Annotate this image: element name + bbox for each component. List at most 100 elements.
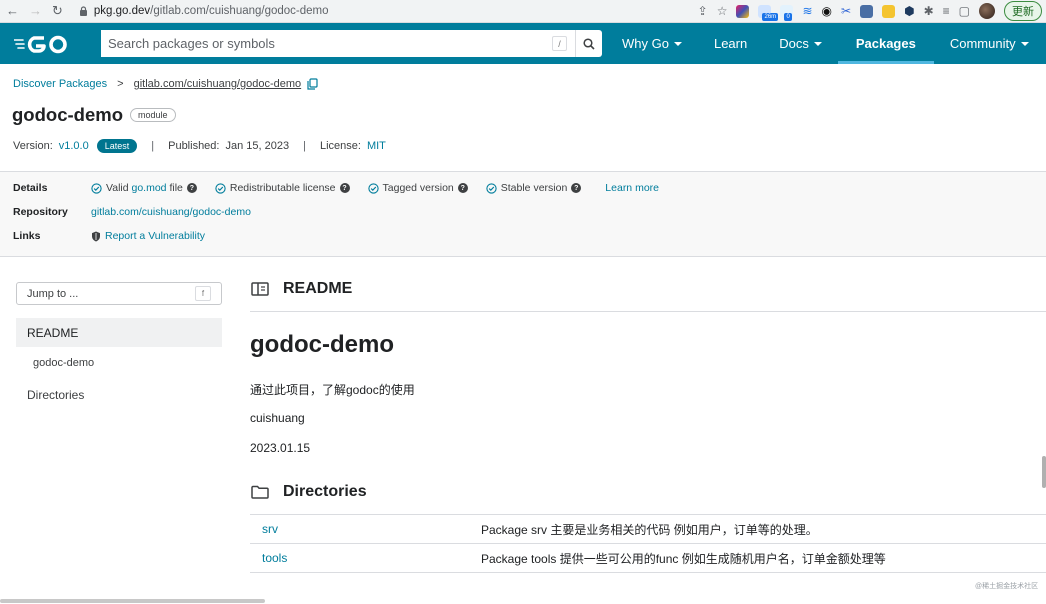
links-row: Links Report a Vulnerability bbox=[13, 230, 205, 242]
table-row: srv Package srv 主要是业务相关的代码 例如用户，订单等的处理。 bbox=[250, 515, 1046, 544]
directory-link-tools[interactable]: tools bbox=[250, 551, 481, 565]
sidebar-item-directories[interactable]: Directories bbox=[27, 388, 84, 402]
address-bar[interactable]: pkg.go.dev/gitlab.com/cuishuang/godoc-de… bbox=[79, 5, 329, 17]
extensions-puzzle-icon[interactable]: ✱ bbox=[924, 4, 934, 18]
profile-avatar[interactable] bbox=[979, 3, 995, 19]
breadcrumb-discover-link[interactable]: Discover Packages bbox=[13, 78, 107, 90]
report-vulnerability-link[interactable]: Report a Vulnerability bbox=[105, 230, 205, 242]
github-icon[interactable]: ◉ bbox=[822, 4, 832, 18]
horizontal-scrollbar[interactable] bbox=[0, 599, 265, 603]
top-nav: Why Go Learn Docs Packages Community bbox=[606, 23, 1045, 64]
jump-to-box: f bbox=[16, 282, 222, 305]
help-icon[interactable]: ? bbox=[457, 183, 468, 193]
search-shortcut-hint: / bbox=[552, 36, 567, 51]
details-row: Details Valid go.mod file ? Redistributa… bbox=[13, 182, 659, 194]
breadcrumb-separator: > bbox=[117, 78, 124, 90]
sidepanel-icon[interactable]: ▢ bbox=[959, 4, 970, 18]
check-tagged: Tagged version ? bbox=[367, 182, 468, 194]
nav-label: Docs bbox=[779, 36, 809, 51]
published-date: Jan 15, 2023 bbox=[225, 140, 290, 152]
latest-badge[interactable]: Latest bbox=[96, 139, 138, 153]
folder-icon bbox=[251, 485, 269, 499]
reload-icon[interactable]: ↻ bbox=[52, 3, 63, 19]
readme-title: README bbox=[283, 280, 353, 297]
extension-filter-icon[interactable]: ≋ bbox=[802, 4, 812, 18]
search-icon bbox=[583, 37, 595, 50]
extension-color-icon[interactable] bbox=[736, 4, 750, 18]
page-title: godoc-demo module bbox=[12, 104, 176, 126]
reading-list-icon[interactable]: ≡ bbox=[943, 4, 950, 18]
extension-refresh-icon[interactable]: 0 bbox=[780, 4, 794, 21]
license-link[interactable]: MIT bbox=[367, 140, 386, 152]
directories-header: Directories bbox=[251, 483, 367, 501]
forward-icon[interactable]: → bbox=[29, 3, 42, 19]
jump-to-input[interactable] bbox=[17, 286, 195, 301]
extension-timer-icon[interactable]: 26m bbox=[758, 4, 779, 21]
readme-paragraph: cuishuang bbox=[250, 411, 305, 425]
watermark: @稀土掘金技术社区 bbox=[975, 583, 1039, 590]
search-button[interactable] bbox=[575, 30, 602, 57]
nav-community[interactable]: Community bbox=[934, 23, 1045, 64]
help-icon[interactable]: ? bbox=[571, 183, 582, 193]
search-box: / bbox=[101, 30, 602, 57]
check-stable: Stable version ? bbox=[486, 182, 582, 194]
details-label: Details bbox=[13, 182, 48, 194]
nav-why-go[interactable]: Why Go bbox=[606, 23, 698, 64]
nav-learn[interactable]: Learn bbox=[698, 23, 763, 64]
check-text: Valid bbox=[106, 182, 132, 194]
check-text: Stable version bbox=[500, 182, 568, 194]
repository-link[interactable]: gitlab.com/cuishuang/godoc-demo bbox=[91, 206, 251, 218]
sidebar-item-godoc-demo[interactable]: godoc-demo bbox=[33, 357, 94, 369]
nav-docs[interactable]: Docs bbox=[763, 23, 838, 64]
directory-desc: Package srv 主要是业务相关的代码 例如用户，订单等的处理。 bbox=[481, 522, 818, 537]
directories-table: srv Package srv 主要是业务相关的代码 例如用户，订单等的处理。 … bbox=[250, 515, 1046, 573]
check-circle-icon bbox=[215, 182, 226, 194]
gomod-link[interactable]: go.mod bbox=[132, 182, 167, 194]
nav-packages[interactable]: Packages bbox=[837, 23, 934, 64]
nav-label: Learn bbox=[713, 36, 748, 51]
module-meta: Version: v1.0.0 Latest | Published: Jan … bbox=[13, 139, 386, 153]
extension-folder-icon[interactable] bbox=[882, 4, 896, 18]
check-text: file bbox=[166, 182, 183, 194]
extension-timer-badge: 26m bbox=[762, 12, 779, 21]
copy-icon[interactable] bbox=[307, 78, 318, 90]
version-link[interactable]: v1.0.0 bbox=[59, 140, 89, 152]
go-logo-icon bbox=[14, 35, 67, 53]
bookmark-star-icon[interactable]: ☆ bbox=[717, 4, 728, 18]
sidebar-item-readme[interactable]: README bbox=[16, 318, 222, 347]
chevron-down-icon bbox=[673, 41, 682, 46]
chevron-down-icon bbox=[1020, 41, 1029, 46]
version-label: Version: bbox=[13, 140, 53, 152]
details-panel: Details Valid go.mod file ? Redistributa… bbox=[0, 171, 1046, 257]
url-host: pkg.go.dev bbox=[93, 5, 151, 17]
extension-tools-icon[interactable]: ✂ bbox=[841, 4, 851, 18]
back-icon[interactable]: ← bbox=[6, 3, 19, 19]
browser-toolbar: ← → ↻ pkg.go.dev/gitlab.com/cuishuang/go… bbox=[0, 0, 1046, 23]
vertical-scrollbar[interactable] bbox=[1042, 456, 1046, 488]
license-label: License: bbox=[319, 140, 361, 152]
repository-row: Repository gitlab.com/cuishuang/godoc-de… bbox=[13, 206, 251, 218]
extension-grid-icon[interactable] bbox=[860, 4, 874, 18]
check-circle-icon bbox=[367, 182, 379, 194]
learn-more-link[interactable]: Learn more bbox=[605, 182, 659, 194]
readme-paragraph: 通过此项目，了解godoc的使用 bbox=[250, 383, 415, 397]
update-button[interactable]: 更新 bbox=[1004, 1, 1042, 21]
check-text: Tagged version bbox=[382, 182, 454, 194]
go-logo[interactable] bbox=[14, 31, 74, 57]
book-icon bbox=[251, 282, 269, 296]
breadcrumb-current[interactable]: gitlab.com/cuishuang/godoc-demo bbox=[134, 78, 302, 90]
search-input[interactable] bbox=[101, 30, 552, 57]
check-redistributable: Redistributable license ? bbox=[215, 182, 350, 194]
links-label: Links bbox=[13, 230, 41, 242]
check-circle-icon bbox=[91, 182, 102, 194]
nav-label: Why Go bbox=[622, 36, 669, 51]
nav-label: Community bbox=[949, 36, 1016, 51]
extension-refresh-badge: 0 bbox=[784, 12, 792, 21]
directory-link-srv[interactable]: srv bbox=[250, 522, 481, 536]
check-text: Redistributable license bbox=[229, 182, 336, 194]
help-icon[interactable]: ? bbox=[339, 183, 350, 193]
extension-hex-icon[interactable]: ⬢ bbox=[904, 4, 914, 18]
site-header: / Why Go Learn Docs Packages Community bbox=[0, 23, 1046, 64]
help-icon[interactable]: ? bbox=[186, 183, 197, 193]
share-icon[interactable]: ⇪ bbox=[698, 4, 708, 18]
